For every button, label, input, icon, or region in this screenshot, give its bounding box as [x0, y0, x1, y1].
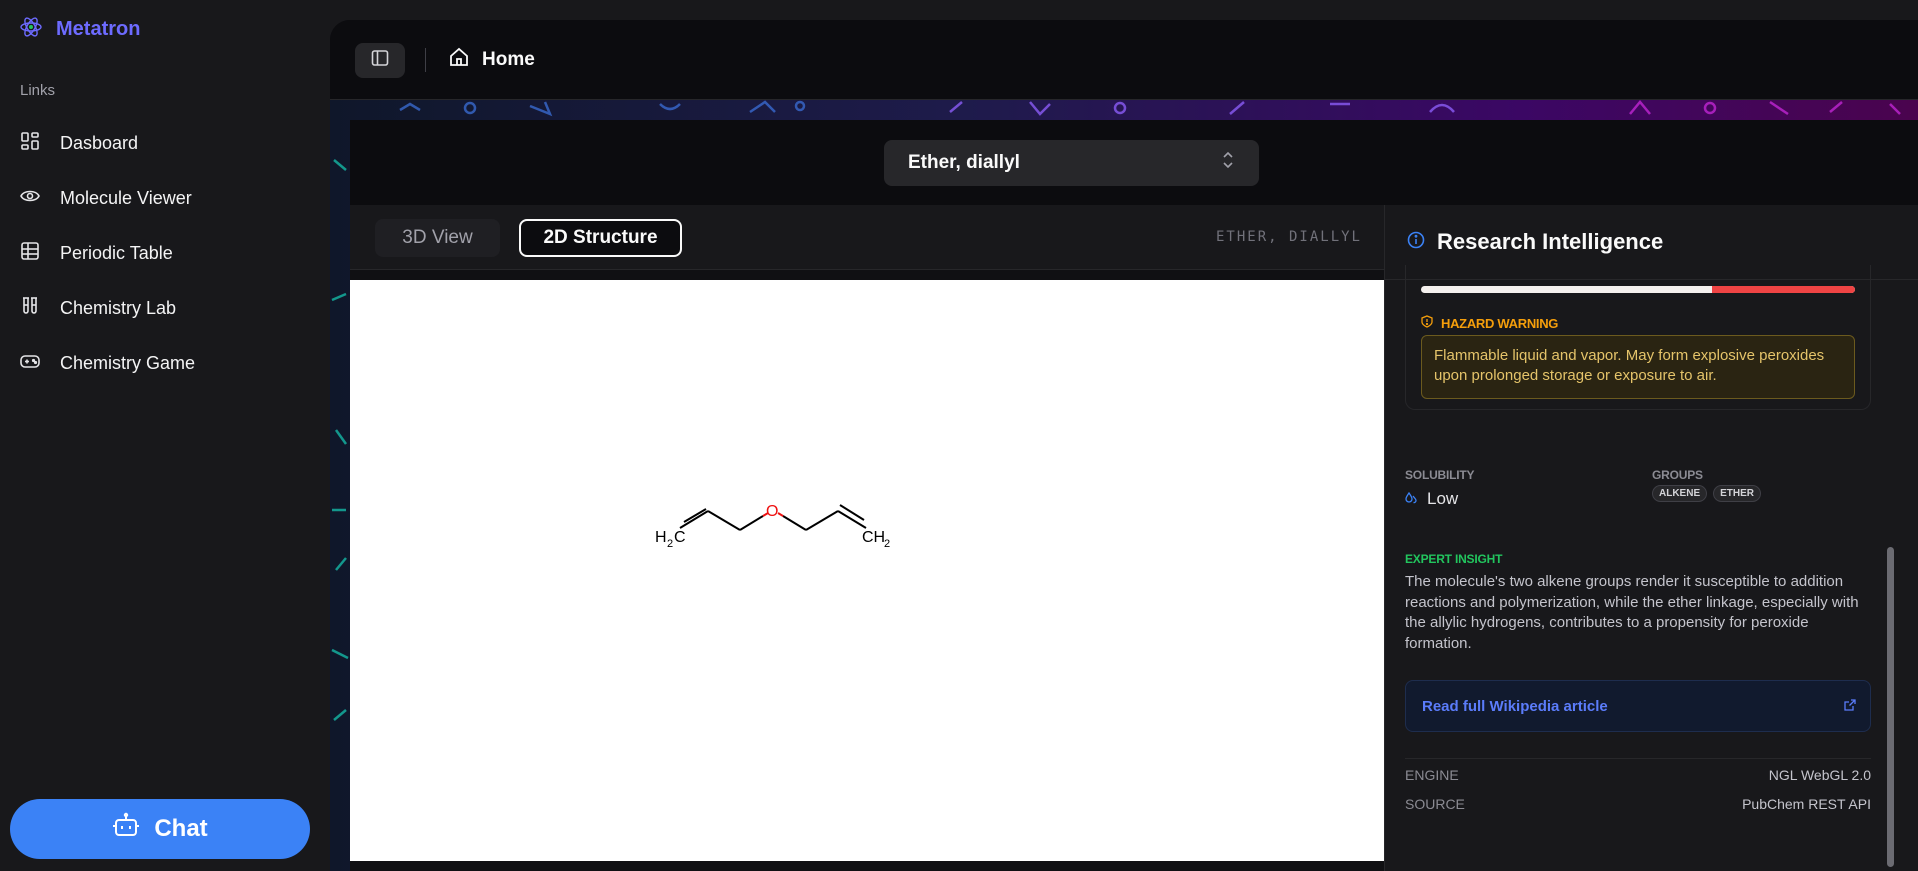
expert-insight-label: EXPERT INSIGHT	[1405, 552, 1503, 566]
atom-label-h: H	[655, 529, 667, 546]
meta-row-engine: ENGINE NGL WebGL 2.0	[1405, 767, 1871, 783]
molecule-select[interactable]: Ether, diallyl	[884, 140, 1259, 186]
sidebar-item-chemistry-game[interactable]: Chemistry Game	[20, 336, 320, 391]
selector-bar: Ether, diallyl	[350, 120, 1918, 205]
sidebar-item-dashboard[interactable]: Dasboard	[20, 116, 320, 171]
meta-row-source: SOURCE PubChem REST API	[1405, 796, 1871, 812]
atom-label-c: C	[674, 529, 686, 546]
atom-label-ch: CH	[862, 529, 885, 546]
brand[interactable]: Metatron	[20, 16, 140, 43]
groups-list: ALKENE ETHER	[1652, 485, 1762, 502]
chat-button-label: Chat	[154, 815, 208, 842]
expert-insight-text: The molecule's two alkene groups render …	[1405, 573, 1859, 652]
divider	[425, 48, 426, 72]
research-header: Research Intelligence	[1385, 205, 1918, 280]
sidebar-item-label: Molecule Viewer	[60, 188, 192, 208]
wikipedia-link[interactable]: Read full Wikipedia article	[1405, 680, 1871, 732]
external-link-icon	[1844, 698, 1856, 715]
structure-canvas[interactable]: H 2 C O CH 2	[350, 280, 1384, 861]
meta-key: ENGINE	[1405, 767, 1459, 783]
sidebar: Metatron Links Dasboard Molecule Viewer …	[0, 0, 330, 871]
hazard-card: HAZARD WARNING Flammable liquid and vapo…	[1405, 265, 1871, 410]
main-area: Home Ether, diallyl 3D View 2D Structure…	[330, 20, 1918, 871]
hazard-warning-label: HAZARD WARNING	[1421, 315, 1558, 331]
research-title: Research Intelligence	[1437, 229, 1664, 254]
test-tubes-icon	[20, 296, 40, 321]
solubility-text: Low	[1427, 489, 1459, 508]
sidebar-item-chemistry-lab[interactable]: Chemistry Lab	[20, 281, 320, 336]
divider	[1405, 758, 1871, 759]
atom-label-oxygen: O	[766, 503, 778, 520]
home-icon	[448, 46, 470, 74]
dashboard-icon	[20, 131, 40, 156]
group-chip: ALKENE	[1652, 485, 1708, 502]
group-chip: ETHER	[1713, 485, 1762, 502]
scrollbar[interactable]	[1885, 225, 1895, 871]
info-icon	[1407, 231, 1425, 254]
top-bar: Home	[330, 20, 1918, 100]
solubility-label: SOLUBILITY	[1405, 468, 1475, 482]
sidebar-toggle-button[interactable]	[355, 43, 405, 78]
sidebar-item-molecule-viewer[interactable]: Molecule Viewer	[20, 171, 320, 226]
hazard-label-text: HAZARD WARNING	[1441, 315, 1559, 331]
meta-value: NGL WebGL 2.0	[1768, 767, 1871, 783]
panel-left-icon	[371, 49, 389, 72]
molecule-caption: ETHER, DIALLYL	[1215, 229, 1362, 245]
sidebar-item-label: Chemistry Lab	[60, 298, 177, 318]
atom-logo-icon	[20, 16, 42, 43]
hazard-level-bar	[1421, 286, 1855, 293]
sidebar-item-label: Dasboard	[60, 133, 139, 153]
breadcrumb-home: Home	[482, 49, 535, 70]
solubility-value: Low	[1405, 489, 1458, 509]
atom-label-h-subscript: 2	[667, 538, 673, 550]
scrollbar-thumb[interactable]	[1887, 547, 1894, 867]
chat-button[interactable]: Chat	[10, 799, 310, 859]
eye-icon	[20, 186, 40, 211]
hazard-text: Flammable liquid and vapor. May form exp…	[1421, 335, 1855, 399]
meta-key: SOURCE	[1405, 796, 1465, 812]
view-toolbar: 3D View 2D Structure ETHER, DIALLYL	[350, 205, 1384, 270]
shield-alert-icon	[1421, 315, 1433, 331]
chevrons-up-down-icon	[1221, 151, 1235, 175]
atom-label-ch-subscript: 2	[884, 538, 890, 550]
table-icon	[20, 241, 40, 266]
groups-label: GROUPS	[1652, 468, 1703, 482]
molecule-panel: Ether, diallyl 3D View 2D Structure ETHE…	[350, 120, 1918, 871]
molecule-select-value: Ether, diallyl	[908, 152, 1020, 173]
app-name: Metatron	[56, 18, 141, 40]
sidebar-item-label: Chemistry Game	[60, 353, 196, 373]
bot-icon	[112, 812, 140, 847]
tab-3d-view[interactable]: 3D View	[375, 219, 500, 257]
sidebar-nav: Dasboard Molecule Viewer Periodic Table …	[20, 116, 320, 391]
sidebar-item-periodic-table[interactable]: Periodic Table	[20, 226, 320, 281]
gamepad-icon	[20, 351, 40, 376]
hazard-level-fill	[1711, 286, 1855, 293]
droplets-icon	[1405, 489, 1417, 509]
sidebar-item-label: Periodic Table	[60, 243, 173, 263]
breadcrumb[interactable]: Home	[448, 46, 535, 74]
wikipedia-link-label: Read full Wikipedia article	[1422, 697, 1608, 715]
meta-value: PubChem REST API	[1742, 796, 1871, 812]
tab-2d-structure[interactable]: 2D Structure	[519, 219, 682, 257]
links-section-label: Links	[20, 82, 56, 99]
research-panel: HAZARD WARNING Flammable liquid and vapo…	[1384, 205, 1918, 871]
